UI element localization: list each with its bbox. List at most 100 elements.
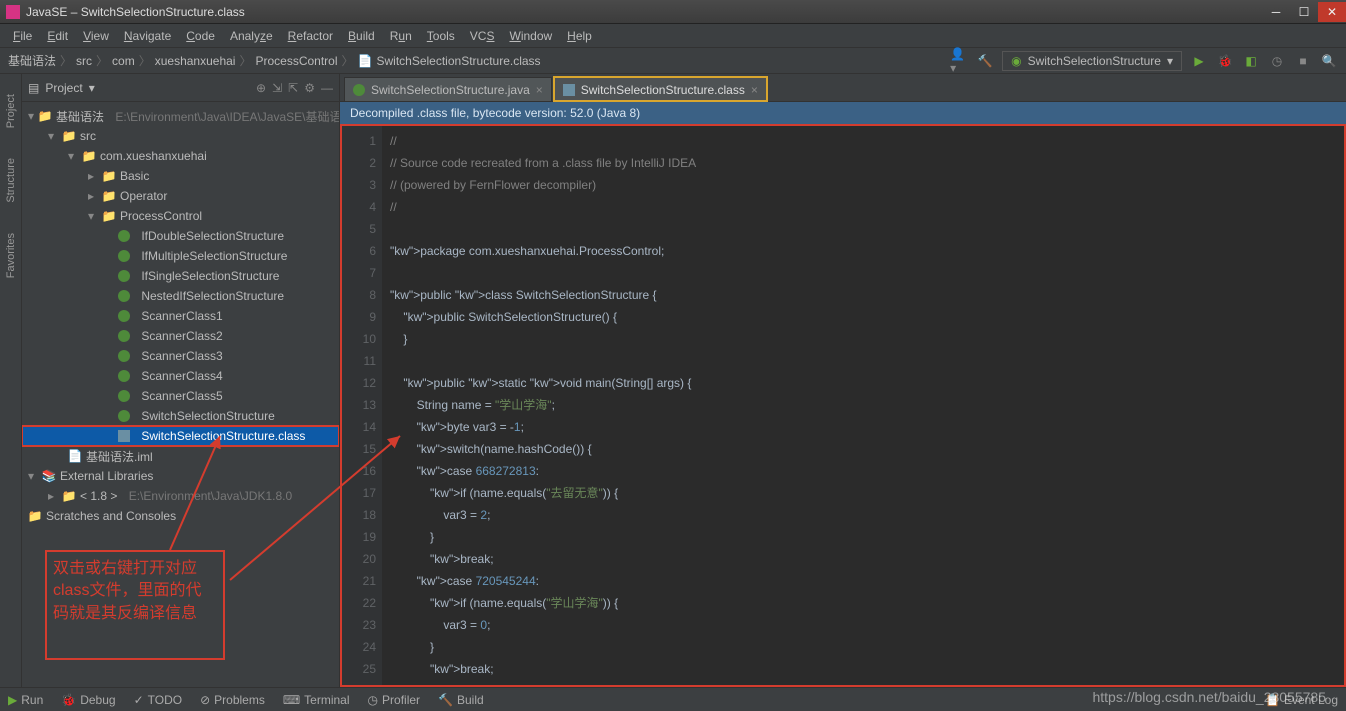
crumb[interactable]: 基础语法 bbox=[8, 52, 56, 69]
tool-run[interactable]: ▶Run bbox=[8, 693, 43, 707]
chevron-down-icon: ▾ bbox=[1167, 54, 1173, 68]
tree-class[interactable]: IfMultipleSelectionStructure bbox=[22, 246, 339, 266]
collapse-icon[interactable]: ⇲ bbox=[272, 81, 282, 95]
tool-build[interactable]: 🔨Build bbox=[438, 693, 484, 707]
tree-folder-basic[interactable]: ▸📁Basic bbox=[22, 166, 339, 186]
crumb[interactable]: SwitchSelectionStructure.class bbox=[376, 54, 540, 68]
run-config-selector[interactable]: ◉ SwitchSelectionStructure ▾ bbox=[1002, 51, 1182, 71]
expand-icon[interactable]: ⇱ bbox=[288, 81, 298, 95]
menu-refactor[interactable]: Refactor bbox=[281, 27, 340, 45]
menu-vcs[interactable]: VCS bbox=[463, 27, 502, 45]
menu-view[interactable]: View bbox=[76, 27, 116, 45]
window-controls: ─ ☐ ✕ bbox=[1262, 2, 1346, 22]
user-icon[interactable]: 👤▾ bbox=[950, 52, 968, 70]
tool-debug[interactable]: 🐞Debug bbox=[61, 693, 115, 707]
coverage-icon[interactable]: ◧ bbox=[1242, 52, 1260, 70]
class-icon bbox=[118, 310, 130, 322]
target-icon[interactable]: ⊕ bbox=[256, 81, 266, 95]
window-title: JavaSE – SwitchSelectionStructure.class bbox=[26, 5, 245, 19]
tree-jdk[interactable]: ▸📁< 1.8 > E:\Environment\Java\JDK1.8.0 bbox=[22, 486, 339, 506]
tree-iml[interactable]: 📄基础语法.iml bbox=[22, 446, 339, 466]
menu-build[interactable]: Build bbox=[341, 27, 382, 45]
annotation-callout: 双击或右键打开对应class文件，里面的代码就是其反编译信息 bbox=[45, 550, 225, 660]
crumb[interactable]: src bbox=[76, 54, 92, 68]
run-config-icon: ◉ bbox=[1011, 54, 1021, 68]
code-editor[interactable]: 1 2 3 4 5 6 7 8 9 10 11 12 13 14 15 16 1… bbox=[340, 124, 1346, 687]
class-icon bbox=[118, 390, 130, 402]
menu-analyze[interactable]: Analyze bbox=[223, 27, 280, 45]
crumb[interactable]: com bbox=[112, 54, 135, 68]
rail-project[interactable]: Project bbox=[5, 94, 17, 128]
profile-icon[interactable]: ◷ bbox=[1268, 52, 1286, 70]
tree-class[interactable]: ScannerClass1 bbox=[22, 306, 339, 326]
sidebar-title[interactable]: Project bbox=[45, 81, 82, 95]
run-icon[interactable]: ▶ bbox=[1190, 52, 1208, 70]
menu-navigate[interactable]: Navigate bbox=[117, 27, 178, 45]
tree-scratches[interactable]: 📁Scratches and Consoles bbox=[22, 506, 339, 526]
crumb[interactable]: xueshanxuehai bbox=[155, 54, 236, 68]
rail-structure[interactable]: Structure bbox=[5, 158, 17, 203]
menu-run[interactable]: Run bbox=[383, 27, 419, 45]
tool-profiler[interactable]: ◷Profiler bbox=[368, 693, 421, 707]
tree-pkg[interactable]: ▾📁com.xueshanxuehai bbox=[22, 146, 339, 166]
menu-help[interactable]: Help bbox=[560, 27, 599, 45]
search-icon[interactable]: 🔍 bbox=[1320, 52, 1338, 70]
tree-class[interactable]: NestedIfSelectionStructure bbox=[22, 286, 339, 306]
terminal-icon: ⌨ bbox=[283, 693, 300, 707]
tab-java-file[interactable]: SwitchSelectionStructure.java × bbox=[344, 77, 552, 101]
tree-selected-classfile[interactable]: SwitchSelectionStructure.class bbox=[22, 426, 339, 446]
chevron-down-icon[interactable]: ▾ bbox=[89, 81, 95, 95]
code-content[interactable]: // // Source code recreated from a .clas… bbox=[382, 126, 1344, 685]
gear-icon[interactable]: ⚙ bbox=[304, 81, 315, 95]
class-icon bbox=[118, 290, 130, 302]
watermark: https://blog.csdn.net/baidu_28055785 bbox=[1092, 689, 1326, 705]
tree-src[interactable]: ▾📁src bbox=[22, 126, 339, 146]
tree-class[interactable]: ScannerClass4 bbox=[22, 366, 339, 386]
menu-tools[interactable]: Tools bbox=[420, 27, 462, 45]
tool-terminal[interactable]: ⌨Terminal bbox=[283, 693, 350, 707]
todo-icon: ✓ bbox=[134, 693, 144, 707]
close-button[interactable]: ✕ bbox=[1318, 2, 1346, 22]
close-icon[interactable]: × bbox=[536, 83, 543, 97]
tree-class[interactable]: ScannerClass3 bbox=[22, 346, 339, 366]
rail-favorites[interactable]: Favorites bbox=[5, 233, 17, 278]
tab-class-file[interactable]: SwitchSelectionStructure.class × bbox=[554, 77, 767, 101]
profiler-icon: ◷ bbox=[368, 693, 378, 707]
editor-tabs: SwitchSelectionStructure.java × SwitchSe… bbox=[340, 74, 1346, 102]
menu-edit[interactable]: Edit bbox=[40, 27, 75, 45]
class-icon bbox=[118, 410, 130, 422]
run-config-label: SwitchSelectionStructure bbox=[1028, 54, 1161, 68]
menu-file[interactable]: File bbox=[6, 27, 39, 45]
tree-class[interactable]: IfSingleSelectionStructure bbox=[22, 266, 339, 286]
hide-icon[interactable]: — bbox=[321, 81, 333, 95]
tree-class[interactable]: IfDoubleSelectionStructure bbox=[22, 226, 339, 246]
debug-icon: 🐞 bbox=[61, 693, 76, 707]
close-icon[interactable]: × bbox=[751, 83, 758, 97]
tree-ext-lib[interactable]: ▾📚External Libraries bbox=[22, 466, 339, 486]
app-icon bbox=[6, 5, 20, 19]
menu-code[interactable]: Code bbox=[179, 27, 222, 45]
stop-icon[interactable]: ■ bbox=[1294, 52, 1312, 70]
tool-todo[interactable]: ✓TODO bbox=[134, 693, 183, 707]
class-icon bbox=[118, 270, 130, 282]
title-bar: JavaSE – SwitchSelectionStructure.class … bbox=[0, 0, 1346, 24]
debug-icon[interactable]: 🐞 bbox=[1216, 52, 1234, 70]
tree-root[interactable]: ▾📁基础语法 E:\Environment\Java\IDEA\JavaSE\基… bbox=[22, 106, 339, 126]
build-icon: 🔨 bbox=[438, 693, 453, 707]
left-tool-rail: Project Structure Favorites bbox=[0, 74, 22, 687]
tool-problems[interactable]: ⊘Problems bbox=[200, 693, 265, 707]
minimize-button[interactable]: ─ bbox=[1262, 2, 1290, 22]
maximize-button[interactable]: ☐ bbox=[1290, 2, 1318, 22]
tree-class[interactable]: ScannerClass5 bbox=[22, 386, 339, 406]
menu-window[interactable]: Window bbox=[502, 27, 559, 45]
tree-folder-processcontrol[interactable]: ▾📁ProcessControl bbox=[22, 206, 339, 226]
sidebar-header: ▤ Project ▾ ⊕ ⇲ ⇱ ⚙ — bbox=[22, 74, 339, 102]
crumb[interactable]: ProcessControl bbox=[255, 54, 337, 68]
build-icon[interactable]: 🔨 bbox=[976, 52, 994, 70]
run-icon: ▶ bbox=[8, 693, 17, 707]
classfile-icon bbox=[118, 430, 130, 442]
tree-class[interactable]: SwitchSelectionStructure bbox=[22, 406, 339, 426]
tree-folder-operator[interactable]: ▸📁Operator bbox=[22, 186, 339, 206]
tree-class[interactable]: ScannerClass2 bbox=[22, 326, 339, 346]
breadcrumb: 基础语法〉 src〉 com〉 xueshanxuehai〉 ProcessCo… bbox=[8, 52, 541, 69]
